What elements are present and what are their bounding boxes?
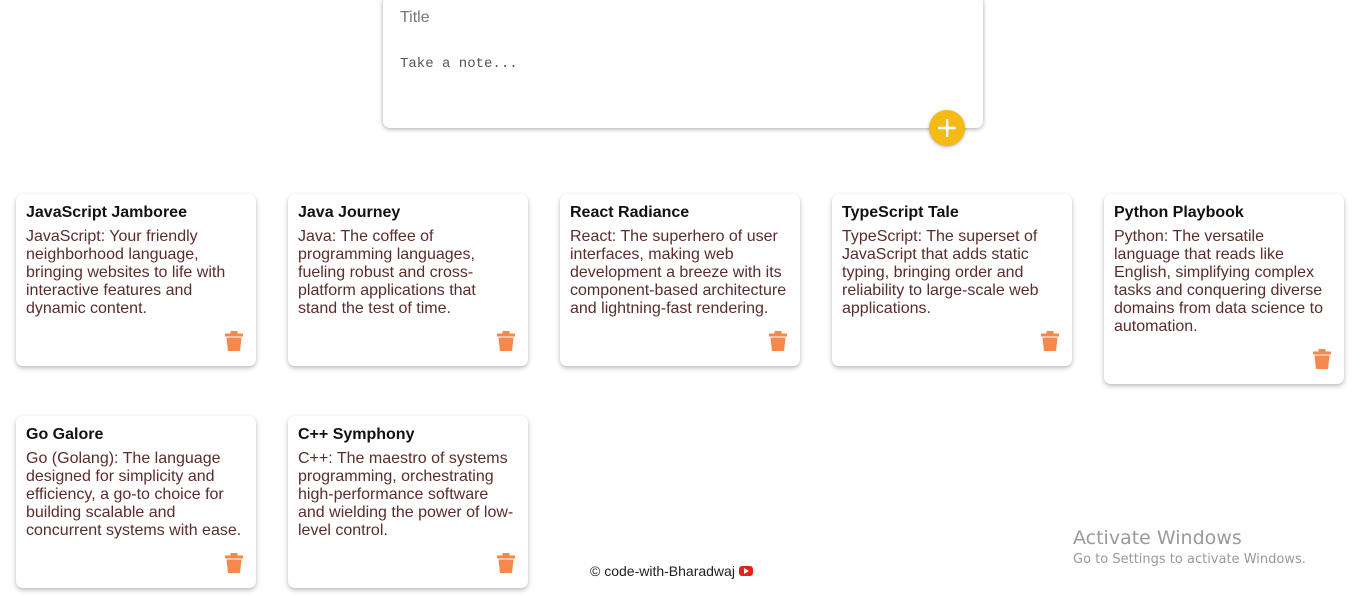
youtube-link[interactable] xyxy=(738,566,753,576)
delete-note-button[interactable] xyxy=(497,553,515,573)
note-card: Python Playbook Python: The versatile la… xyxy=(1104,194,1344,384)
note-content: Go (Golang): The language designed for s… xyxy=(26,450,242,539)
watermark-subtitle: Go to Settings to activate Windows. xyxy=(1073,552,1306,567)
note-title: React Radiance xyxy=(570,204,690,221)
plus-icon xyxy=(938,119,956,137)
delete-note-button[interactable] xyxy=(497,331,515,351)
activate-windows-watermark: Activate Windows Go to Settings to activ… xyxy=(1073,527,1306,569)
note-card: Go Galore Go (Golang): The language desi… xyxy=(16,416,256,588)
trash-icon xyxy=(1041,331,1059,351)
delete-note-button[interactable] xyxy=(225,331,243,351)
trash-icon xyxy=(225,553,243,573)
keeper-app: JavaScript Jamboree JavaScript: Your fri… xyxy=(0,0,1361,596)
footer-text: © code-with-Bharadwaj xyxy=(590,563,735,579)
note-title-input[interactable] xyxy=(400,9,960,27)
note-title: TypeScript Tale xyxy=(842,204,959,221)
note-content: React: The superhero of user interfaces,… xyxy=(570,228,791,317)
trash-icon xyxy=(497,553,515,573)
delete-note-button[interactable] xyxy=(1041,331,1059,351)
footer: © code-with-Bharadwaj xyxy=(590,563,753,579)
note-title: C++ Symphony xyxy=(298,426,415,443)
note-composer xyxy=(383,0,983,128)
note-title: Python Playbook xyxy=(1114,204,1244,221)
note-title: JavaScript Jamboree xyxy=(26,204,187,221)
note-card: Java Journey Java: The coffee of program… xyxy=(288,194,528,366)
trash-icon xyxy=(497,331,515,351)
note-content-input[interactable] xyxy=(400,56,960,106)
delete-note-button[interactable] xyxy=(769,331,787,351)
note-card: C++ Symphony C++: The maestro of systems… xyxy=(288,416,528,588)
delete-note-button[interactable] xyxy=(1313,349,1331,369)
add-note-button[interactable] xyxy=(929,110,965,146)
note-card: TypeScript Tale TypeScript: The superset… xyxy=(832,194,1072,366)
note-content: C++: The maestro of systems programming,… xyxy=(298,450,514,539)
note-card: React Radiance React: The superhero of u… xyxy=(560,194,800,366)
youtube-icon xyxy=(738,566,753,576)
note-content: TypeScript: The superset of JavaScript t… xyxy=(842,228,1043,317)
trash-icon xyxy=(769,331,787,351)
watermark-title: Activate Windows xyxy=(1073,527,1242,549)
note-title: Go Galore xyxy=(26,426,104,443)
note-card: JavaScript Jamboree JavaScript: Your fri… xyxy=(16,194,256,366)
trash-icon xyxy=(225,331,243,351)
note-title: Java Journey xyxy=(298,204,401,221)
note-content: Java: The coffee of programming language… xyxy=(298,228,481,317)
delete-note-button[interactable] xyxy=(225,553,243,573)
trash-icon xyxy=(1313,349,1331,369)
note-content: JavaScript: Your friendly neighborhood l… xyxy=(26,228,230,317)
note-content: Python: The versatile language that read… xyxy=(1114,228,1328,335)
